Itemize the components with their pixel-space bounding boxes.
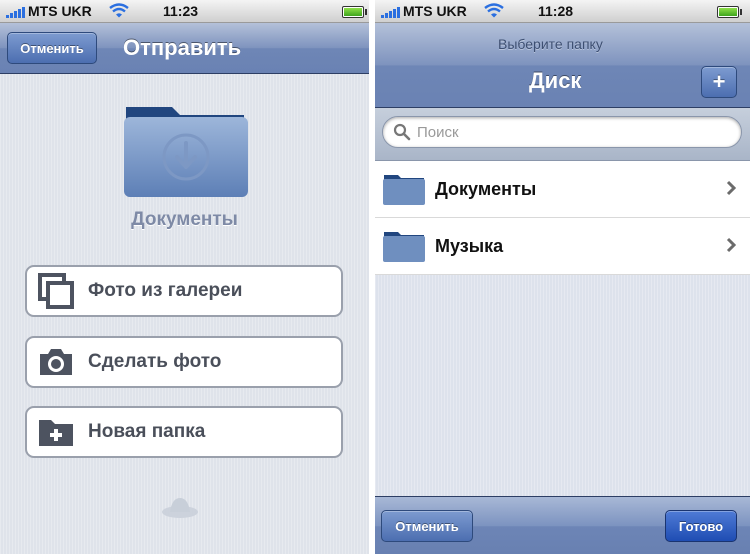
page-title: Диск [529, 68, 582, 93]
folder-icon [383, 232, 425, 262]
take-photo-button[interactable]: Сделать фото [25, 336, 343, 388]
new-folder-button[interactable]: Новая папка [25, 406, 343, 458]
status-time: 11:28 [538, 3, 574, 19]
folder-row-music[interactable]: Музыка [375, 218, 750, 275]
gallery-icon [36, 271, 76, 311]
new-folder-label: Новая папка [88, 421, 206, 442]
page-title: Отправить [123, 35, 242, 60]
app-logo-watermark [162, 498, 198, 518]
folder-documents-icon [124, 107, 248, 197]
status-time: 11:23 [163, 3, 199, 19]
done-button[interactable]: Готово [665, 510, 737, 542]
new-folder-icon [36, 412, 76, 452]
search-field[interactable] [382, 116, 742, 148]
battery-icon [342, 6, 367, 18]
wifi-icon [484, 3, 504, 18]
signal-icon [6, 7, 25, 18]
bottom-toolbar: Отменить Готово [375, 496, 750, 554]
carrier-name: MTS UKR [28, 3, 92, 19]
carrier-name: MTS UKR [403, 3, 467, 19]
take-photo-label: Сделать фото [88, 351, 222, 372]
status-bar: MTS UKR 11:23 [0, 0, 369, 23]
search-icon [393, 123, 411, 141]
wifi-icon [109, 3, 129, 18]
send-screen: MTS UKR 11:23 Отменить Отправить Докумен… [0, 0, 369, 554]
folder-name: Документы [131, 209, 238, 230]
nav-bar: Выберите папку Диск + [375, 23, 750, 108]
folder-label: Музыка [435, 235, 504, 256]
cancel-button[interactable]: Отменить [7, 32, 97, 64]
nav-prompt: Выберите папку [498, 36, 603, 52]
cancel-button[interactable]: Отменить [381, 510, 473, 542]
folder-icon [383, 175, 425, 205]
gallery-photo-button[interactable]: Фото из галереи [25, 265, 343, 317]
chevron-right-icon [726, 180, 736, 196]
search-bar [375, 108, 750, 161]
folder-label: Документы [435, 178, 537, 199]
camera-icon [36, 342, 76, 382]
battery-icon [717, 6, 742, 18]
gallery-photo-label: Фото из галереи [88, 280, 243, 301]
nav-bar: Отменить Отправить [0, 23, 369, 74]
status-bar: MTS UKR 11:28 [375, 0, 750, 23]
chevron-right-icon [726, 237, 736, 253]
choose-folder-screen: MTS UKR 11:28 Выберите папку Диск + Доку… [375, 0, 750, 554]
search-input[interactable] [417, 123, 667, 141]
add-folder-button[interactable]: + [701, 66, 737, 98]
signal-icon [381, 7, 400, 18]
folder-row-documents[interactable]: Документы [375, 161, 750, 218]
